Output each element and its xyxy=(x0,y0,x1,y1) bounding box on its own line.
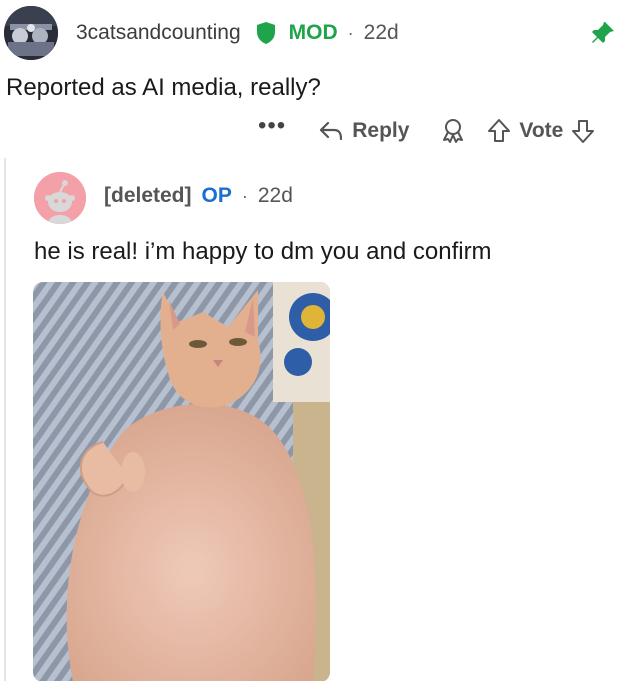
award-icon[interactable] xyxy=(441,118,465,144)
separator-dot: · xyxy=(241,185,248,206)
comment-actions: ••• Reply Vote xyxy=(258,113,595,149)
pin-icon[interactable] xyxy=(590,20,616,46)
shield-icon xyxy=(256,22,275,44)
parent-comment: 3catsandcounting MOD · 22d Reported as A… xyxy=(0,0,640,160)
reply-arrow-icon xyxy=(320,121,343,141)
comment-meta: 3catsandcounting MOD · 22d xyxy=(76,18,399,48)
comment-age: 22d xyxy=(363,21,399,44)
vote-group: Vote xyxy=(487,118,595,144)
cat-photo[interactable] xyxy=(33,282,330,681)
reply-comment: [deleted] OP · 22d he is real! i’m happy… xyxy=(0,160,640,681)
avatar[interactable] xyxy=(4,6,58,60)
separator-dot: · xyxy=(347,22,354,43)
reply-label: Reply xyxy=(352,119,410,142)
reply-avatar xyxy=(34,172,86,224)
reply-meta: [deleted] OP · 22d xyxy=(104,184,293,208)
reply-age: 22d xyxy=(257,184,293,207)
reply-username: [deleted] xyxy=(104,184,192,207)
username[interactable]: 3catsandcounting xyxy=(76,21,241,45)
op-badge: OP xyxy=(201,184,232,207)
upvote-icon[interactable] xyxy=(487,118,511,144)
comment-body: Reported as AI media, really? xyxy=(6,74,321,101)
vote-label: Vote xyxy=(519,119,564,142)
downvote-icon[interactable] xyxy=(571,118,595,144)
more-options-icon[interactable]: ••• xyxy=(258,114,286,141)
mod-badge: MOD xyxy=(288,21,338,44)
reply-body: he is real! i’m happy to dm you and conf… xyxy=(34,238,492,265)
reply-button[interactable]: Reply xyxy=(318,119,409,143)
